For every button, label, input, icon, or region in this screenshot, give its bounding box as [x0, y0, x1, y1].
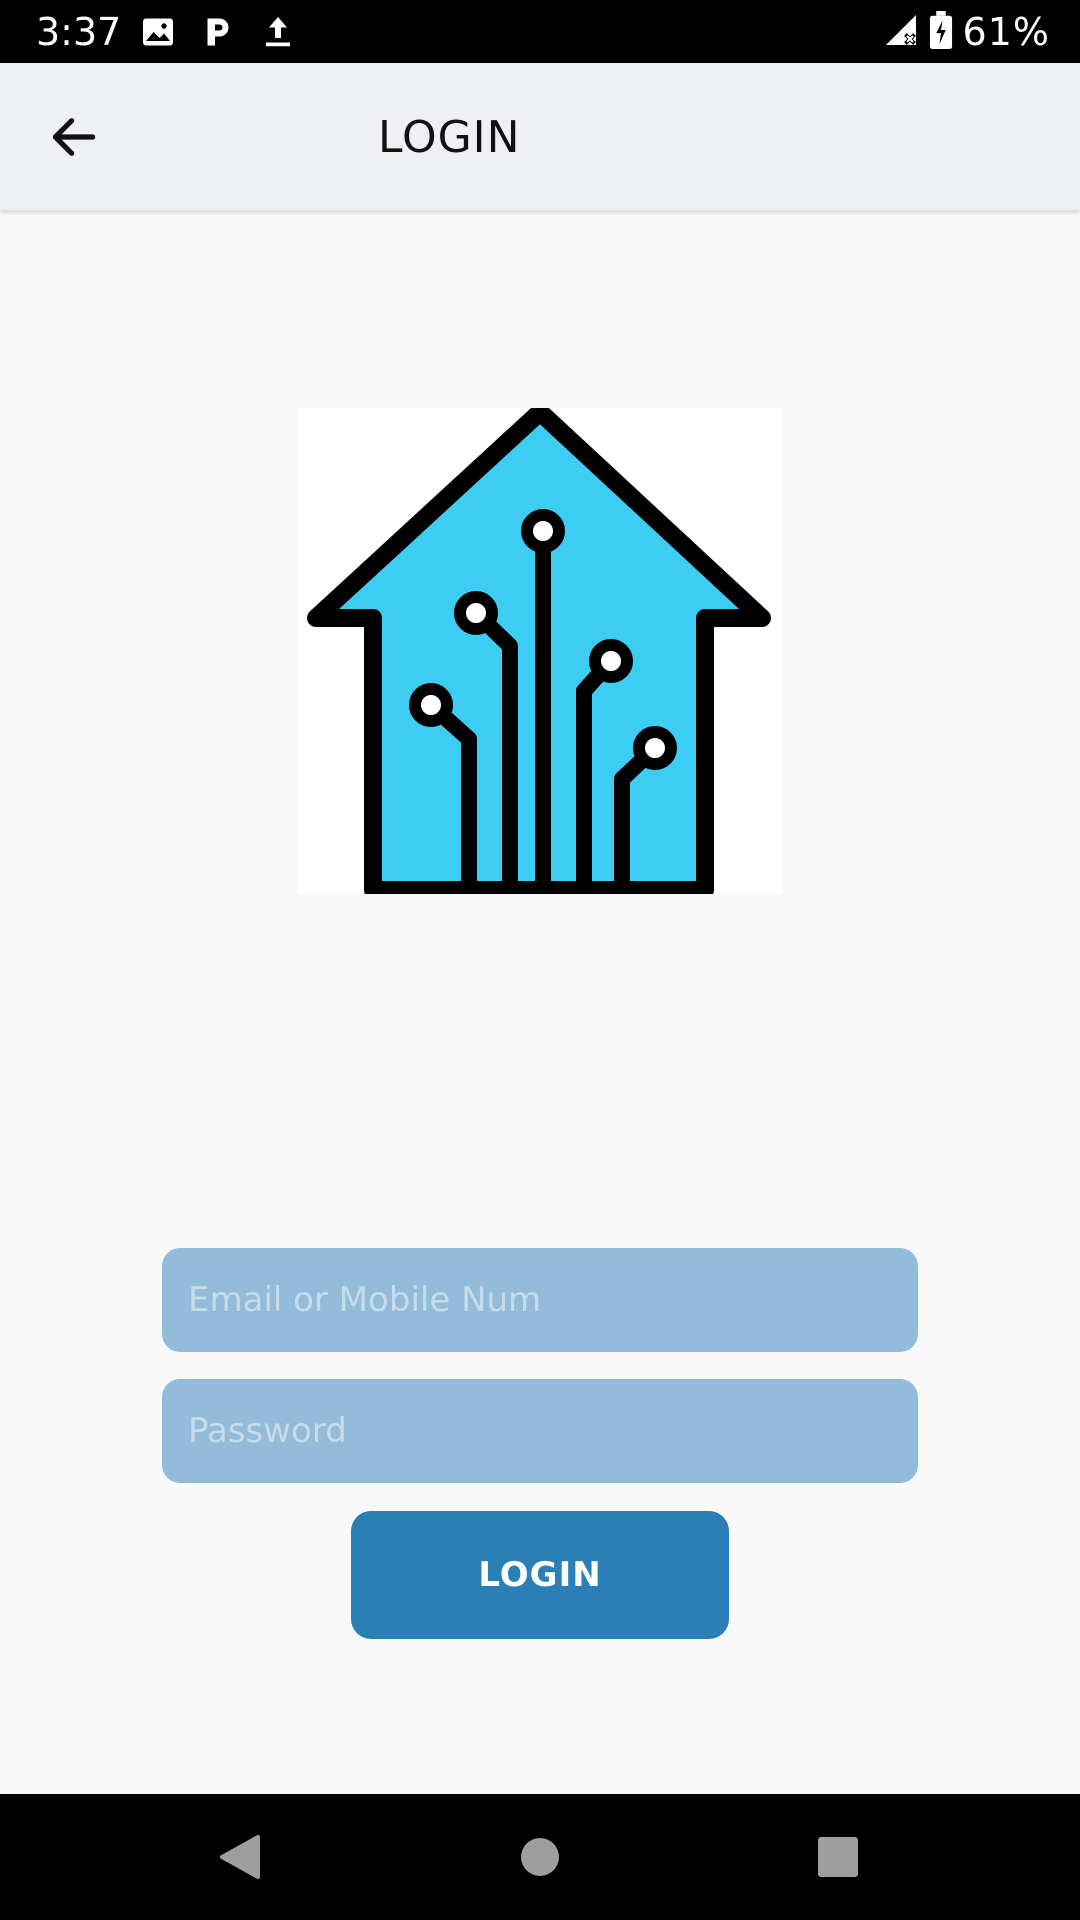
status-time: 3:37 [36, 10, 122, 54]
p-icon [200, 14, 236, 50]
system-nav-bar [0, 1794, 1080, 1920]
battery-percent: 61% [962, 10, 1050, 54]
page-title: LOGIN [378, 112, 521, 163]
back-button[interactable] [36, 105, 112, 169]
home-circle-icon [521, 1838, 559, 1876]
upload-icon [260, 14, 296, 50]
email-field[interactable] [162, 1248, 918, 1352]
arrow-left-icon [52, 118, 96, 156]
nav-recents-button[interactable] [806, 1825, 870, 1889]
app-bar: LOGIN [0, 63, 1080, 210]
signal-off-icon [883, 12, 919, 52]
recents-square-icon [818, 1837, 858, 1877]
status-right: 61% [883, 8, 1050, 56]
nav-back-button[interactable] [208, 1825, 272, 1889]
status-bar: 3:37 61% [0, 0, 1080, 63]
nav-home-button[interactable] [508, 1825, 572, 1889]
back-triangle-icon [220, 1835, 260, 1879]
battery-charging-icon [929, 11, 953, 53]
login-button[interactable]: LOGIN [351, 1511, 729, 1639]
notification-icons [140, 14, 296, 50]
image-icon [140, 14, 176, 50]
password-field[interactable] [162, 1379, 918, 1483]
app-logo [297, 403, 783, 899]
smart-home-circuit-logo [307, 403, 771, 899]
